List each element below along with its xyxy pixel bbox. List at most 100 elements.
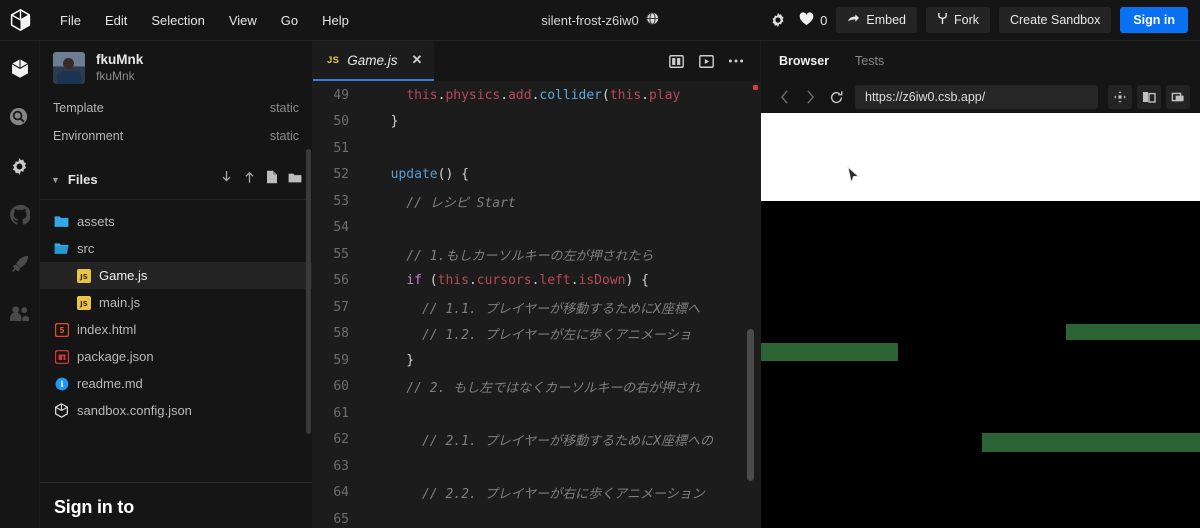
line-number: 65	[333, 511, 349, 527]
upload-icon[interactable]	[243, 170, 256, 189]
caret-down-icon[interactable]: ▼	[51, 175, 60, 185]
tab-tests[interactable]: Tests	[855, 54, 884, 68]
error-marker	[753, 85, 758, 90]
js-file-icon: JS	[76, 295, 91, 310]
svg-text:5: 5	[59, 326, 64, 335]
meta-environment-label: Environment	[53, 129, 124, 143]
files-header[interactable]: ▼ Files	[40, 160, 312, 200]
menu-edit[interactable]: Edit	[93, 8, 139, 33]
editor-tab-bar: JS Game.js ✕	[313, 41, 760, 81]
tab-browser[interactable]: Browser	[779, 54, 829, 68]
rocket-icon[interactable]	[9, 253, 31, 275]
tree-item-readme-md[interactable]: i readme.md	[40, 370, 312, 397]
tree-item-label: assets	[77, 214, 115, 229]
more-icon[interactable]	[724, 49, 748, 73]
top-bar-actions: 0 Embed Fork Create Sandbox Sign in	[766, 7, 1200, 33]
line-number: 64	[333, 485, 349, 501]
line-source: // 2. もし左ではなくカーソルキーの右が押され	[375, 381, 701, 397]
create-sandbox-button[interactable]: Create Sandbox	[998, 7, 1112, 33]
close-icon[interactable]: ✕	[412, 52, 423, 68]
external-window-icon[interactable]	[1166, 85, 1190, 109]
tree-item-sandbox-config-json[interactable]: sandbox.config.json	[40, 397, 312, 424]
menu-selection[interactable]: Selection	[139, 8, 216, 33]
folder-icon	[54, 214, 69, 229]
split-pane-icon[interactable]	[664, 49, 688, 73]
editor-scrollbar-vertical[interactable]	[747, 329, 754, 481]
tree-item-package-json[interactable]: package.json	[40, 343, 312, 370]
avatar	[53, 52, 85, 84]
like-button[interactable]: 0	[799, 11, 828, 29]
tree-item-main-js[interactable]: JS main.js	[40, 289, 312, 316]
code-line: 54	[313, 215, 760, 242]
code-line: 51	[313, 135, 760, 162]
preview-url-bar: https://z6iw0.csb.app/	[761, 81, 1200, 113]
sandbox-name[interactable]: silent-frost-z6iw0	[541, 13, 639, 28]
like-count: 0	[820, 12, 828, 28]
embed-button[interactable]: Embed	[836, 7, 917, 33]
url-input[interactable]: https://z6iw0.csb.app/	[855, 85, 1098, 109]
tree-item-src[interactable]: src	[40, 235, 312, 262]
platform	[761, 343, 898, 361]
js-file-icon: JS	[327, 54, 340, 66]
menu-help[interactable]: Help	[310, 8, 361, 33]
chevron-right-icon[interactable]	[799, 86, 821, 108]
codesandbox-logo-icon[interactable]	[0, 9, 40, 31]
fork-button[interactable]: Fork	[925, 7, 990, 33]
line-source: // 1.もしカーソルキーの左が押されたら	[375, 248, 654, 264]
tab-label: Game.js	[347, 52, 398, 68]
menu-file[interactable]: File	[48, 8, 93, 33]
meta-environment: Environment static	[40, 122, 312, 150]
split-view-icon[interactable]	[1137, 85, 1161, 109]
line-number: 57	[333, 299, 349, 315]
explorer-scrollbar[interactable]	[306, 149, 311, 434]
search-icon[interactable]	[9, 106, 31, 128]
preview-icon[interactable]	[694, 49, 718, 73]
code-line: 57 // 1.1. プレイヤーが移動するためにX座標へ	[313, 294, 760, 321]
sign-in-button[interactable]: Sign in	[1120, 7, 1188, 33]
cube-icon[interactable]	[9, 57, 31, 79]
line-number: 58	[333, 326, 349, 342]
gear-icon[interactable]	[766, 8, 790, 32]
tree-item-index-html[interactable]: 5 index.html	[40, 316, 312, 343]
people-icon[interactable]	[9, 302, 31, 324]
tree-item-game-js[interactable]: JS Game.js	[40, 262, 312, 289]
tree-item-assets[interactable]: assets	[40, 208, 312, 235]
gear-icon[interactable]	[9, 155, 31, 177]
github-icon[interactable]	[9, 204, 31, 226]
info-file-icon: i	[54, 376, 69, 391]
line-number: 52	[333, 167, 349, 183]
line-number: 51	[333, 140, 349, 156]
sandbox-owner[interactable]: fkuMnk fkuMnk	[40, 41, 312, 94]
line-source: // レシピ Start	[375, 195, 516, 211]
embed-label: Embed	[866, 13, 906, 27]
menu-go[interactable]: Go	[269, 8, 310, 33]
top-bar: File Edit Selection View Go Help silent-…	[0, 0, 1200, 41]
chevron-left-icon[interactable]	[773, 86, 795, 108]
line-number: 50	[333, 114, 349, 130]
code-area[interactable]: 49 this.physics.add.collider(this.play 50…	[313, 81, 760, 528]
tree-item-label: src	[77, 241, 95, 256]
menu-view[interactable]: View	[217, 8, 269, 33]
sign-in-panel: Sign in to	[40, 482, 312, 528]
codesandbox-app: File Edit Selection View Go Help silent-…	[0, 0, 1200, 528]
preview-actions	[1108, 85, 1190, 109]
tree-item-label: package.json	[77, 349, 154, 364]
tab-game-js[interactable]: JS Game.js ✕	[313, 41, 435, 81]
preview-stage[interactable]	[761, 113, 1200, 528]
reload-icon[interactable]	[825, 86, 847, 108]
download-icon[interactable]	[220, 170, 233, 189]
responsive-mode-icon[interactable]	[1108, 85, 1132, 109]
new-file-icon[interactable]	[266, 170, 278, 189]
code-line: 56 if (this.cursors.left.isDown) {	[313, 268, 760, 295]
js-file-icon: JS	[76, 268, 91, 283]
globe-icon	[646, 11, 659, 30]
line-source: if (this.cursors.left.isDown) {	[406, 273, 649, 289]
tree-item-label: readme.md	[77, 376, 143, 391]
activity-rail	[0, 41, 40, 528]
code-lines: 49 this.physics.add.collider(this.play 50…	[313, 81, 760, 528]
codesandbox-file-icon	[54, 403, 69, 418]
owner-handle: fkuMnk	[96, 69, 135, 83]
code-line: 52 update() {	[313, 162, 760, 189]
game-canvas[interactable]	[761, 201, 1200, 528]
new-folder-icon[interactable]	[288, 171, 302, 189]
